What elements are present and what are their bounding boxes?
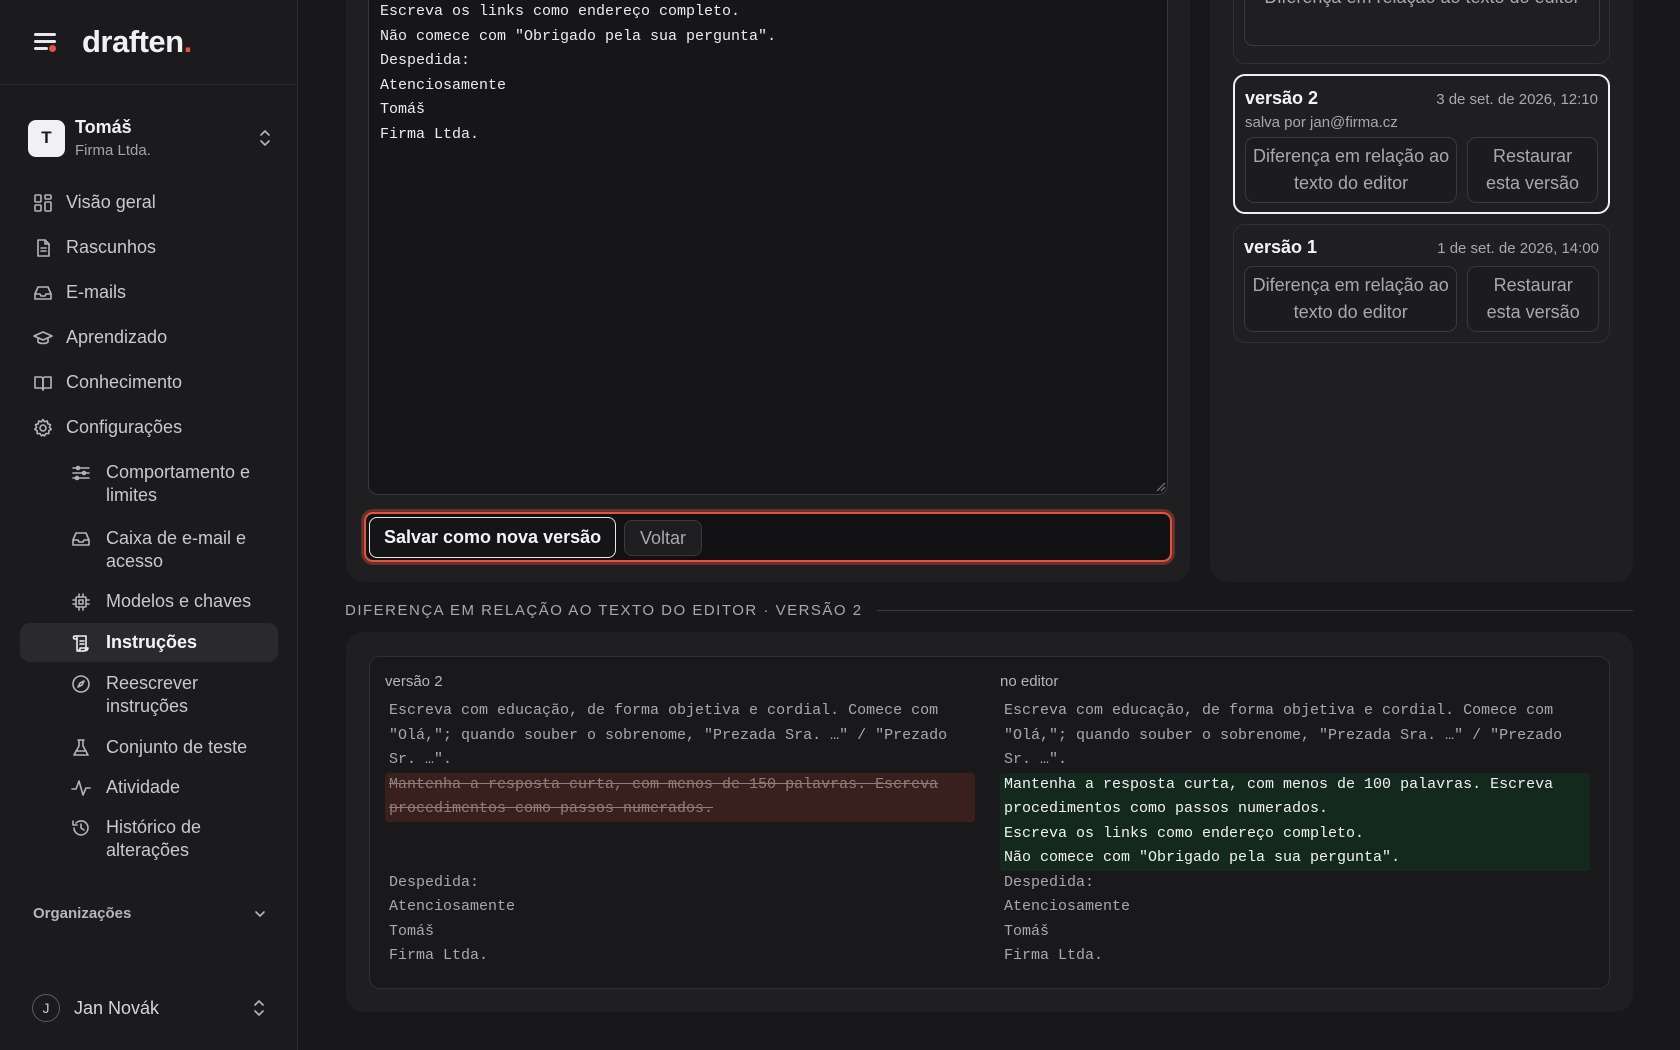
restore-version-button[interactable]: Restaurar esta versão [1467,266,1599,332]
restore-version-button[interactable]: Restaurar esta versão [1467,137,1598,203]
logo: draften. [82,24,192,59]
activity-icon [70,777,92,799]
nav-item-emails[interactable]: E-mails [20,270,278,315]
diff-heading-text: DIFERENÇA EM RELAÇÃO AO TEXTO DO EDITOR … [345,602,863,619]
diff-common-text: Escreva com educação, de forma objetiva … [389,702,948,768]
diff-column-version: versão 2 Escreva com educação, de forma … [385,673,985,969]
instructions-editor-card: Escreva os links como endereço completo.… [346,0,1190,582]
diff-card: versão 2 Escreva com educação, de forma … [346,632,1633,1012]
cpu-icon [70,591,92,613]
graduation-cap-icon [32,327,54,349]
save-new-version-button[interactable]: Salvar como nova versão [369,517,617,558]
nav-item-settings[interactable]: Configurações [20,405,278,450]
sub-item-label: Conjunto de teste [106,737,248,757]
instructions-textarea[interactable]: Escreva os links como endereço completo.… [368,0,1168,495]
version-author: salva por jan@firma.cz [1245,114,1398,131]
org-company: Firma Ltda. [75,142,151,159]
diff-column-label: no editor [1000,673,1059,690]
nav-item-label: Rascunhos [66,237,157,257]
version-date: 3 de set. de 2026, 12:10 [1436,91,1598,108]
sub-item-mailbox-access[interactable]: Caixa de e-mail e acesso [20,519,278,581]
sub-item-test-set[interactable]: Conjunto de teste [20,728,278,767]
chevron-up-down-icon [254,1000,264,1016]
sub-item-label: Caixa de e-mail e acesso [106,528,247,571]
inbox-icon [70,528,92,550]
org-switcher[interactable]: T Tomáš Firma Ltda. [28,112,274,164]
nav-item-label: E-mails [66,282,127,302]
divider [876,610,1633,611]
nav-item-knowledge[interactable]: Conhecimento [20,360,278,405]
sub-item-label: Modelos e chaves [106,591,252,611]
editor-action-bar: Salvar como nova versão Voltar [364,512,1172,562]
nav-item-label: Configurações [66,417,183,437]
diff-with-editor-button[interactable]: Diferença em relação ao texto do editor [1244,266,1458,332]
organizations-label: Organizações [33,905,132,922]
back-button[interactable]: Voltar [624,520,703,556]
diff-with-editor-button[interactable]: Diferença em relação ao texto do editor [1244,0,1600,46]
diff-removed-text: Mantenha a resposta curta, com menos de … [385,772,975,822]
diff-column-label: versão 2 [385,673,443,690]
sub-item-label: Histórico de alterações [106,817,202,860]
book-icon [32,372,54,394]
nav-item-label: Visão geral [66,192,156,212]
user-menu[interactable]: J Jan Novák [32,993,268,1023]
diff-section-heading: DIFERENÇA EM RELAÇÃO AO TEXTO DO EDITOR … [345,602,1633,619]
sub-item-label: Instruções [106,632,198,652]
flask-icon [70,737,92,759]
compass-icon [70,673,92,695]
sub-item-label: Reescrever instruções [106,673,199,716]
organizations-section[interactable]: Organizações [33,905,267,922]
version-item[interactable]: versão 2 3 de set. de 2026, 12:10 salva … [1233,74,1610,214]
grid-icon [32,192,54,214]
sub-item-instructions[interactable]: Instruções [20,623,278,662]
versions-panel: Diferença em relação ao texto do editor … [1210,0,1633,582]
sliders-icon [70,462,92,484]
sidebar: draften. T Tomáš Firma Ltda. Visão geral… [0,0,298,1050]
nav-item-drafts[interactable]: Rascunhos [20,225,278,270]
sub-item-behavior-limits[interactable]: Comportamento e limites [20,453,278,515]
resize-handle-icon[interactable] [1156,482,1166,492]
diff-common-text: Despedida: Atenciosamente Tomáš Firma Lt… [1004,873,1131,965]
sub-item-activity[interactable]: Atividade [20,768,278,807]
sub-item-models-keys[interactable]: Modelos e chaves [20,582,278,621]
inbox-icon [32,282,54,304]
diff-common-text: Despedida: Atenciosamente Tomáš Firma Lt… [389,873,516,965]
main-nav: Visão geral Rascunhos E-mails Aprendizad… [20,180,278,870]
chevron-up-down-icon [260,130,270,146]
diff-column-editor: no editor Escreva com educação, de forma… [1000,673,1600,969]
sub-item-label: Atividade [106,777,181,797]
history-icon [70,817,92,839]
diff-added-text: Mantenha a resposta curta, com menos de … [1000,772,1590,871]
version-item[interactable]: versão 1 1 de set. de 2026, 14:00 Difere… [1233,224,1610,343]
brand-row: draften. [0,0,297,85]
diff-common-text: Escreva com educação, de forma objetiva … [1004,702,1563,768]
gear-icon [32,417,54,439]
sub-item-label: Comportamento e limites [106,462,251,505]
org-name: Tomáš [75,117,132,137]
nav-item-overview[interactable]: Visão geral [20,180,278,225]
chevron-down-icon [255,910,265,917]
sub-item-change-history[interactable]: Histórico de alterações [20,808,278,870]
diff-with-editor-button[interactable]: Diferença em relação ao texto do editor [1245,137,1458,203]
diff-view: versão 2 Escreva com educação, de forma … [369,656,1610,989]
nav-item-learning[interactable]: Aprendizado [20,315,278,360]
menu-icon[interactable] [32,31,60,53]
nav-item-label: Aprendizado [66,327,168,347]
org-avatar: T [28,119,65,157]
version-date: 1 de set. de 2026, 14:00 [1437,240,1599,257]
user-name: Jan Novák [74,997,160,1018]
document-icon [32,237,54,259]
nav-item-label: Conhecimento [66,372,183,392]
avatar: J [32,994,60,1022]
version-title: versão 1 [1244,237,1318,257]
sub-item-rewrite-instructions[interactable]: Reescrever instruções [20,664,278,726]
version-title: versão 2 [1245,88,1319,108]
scroll-icon [70,632,92,654]
